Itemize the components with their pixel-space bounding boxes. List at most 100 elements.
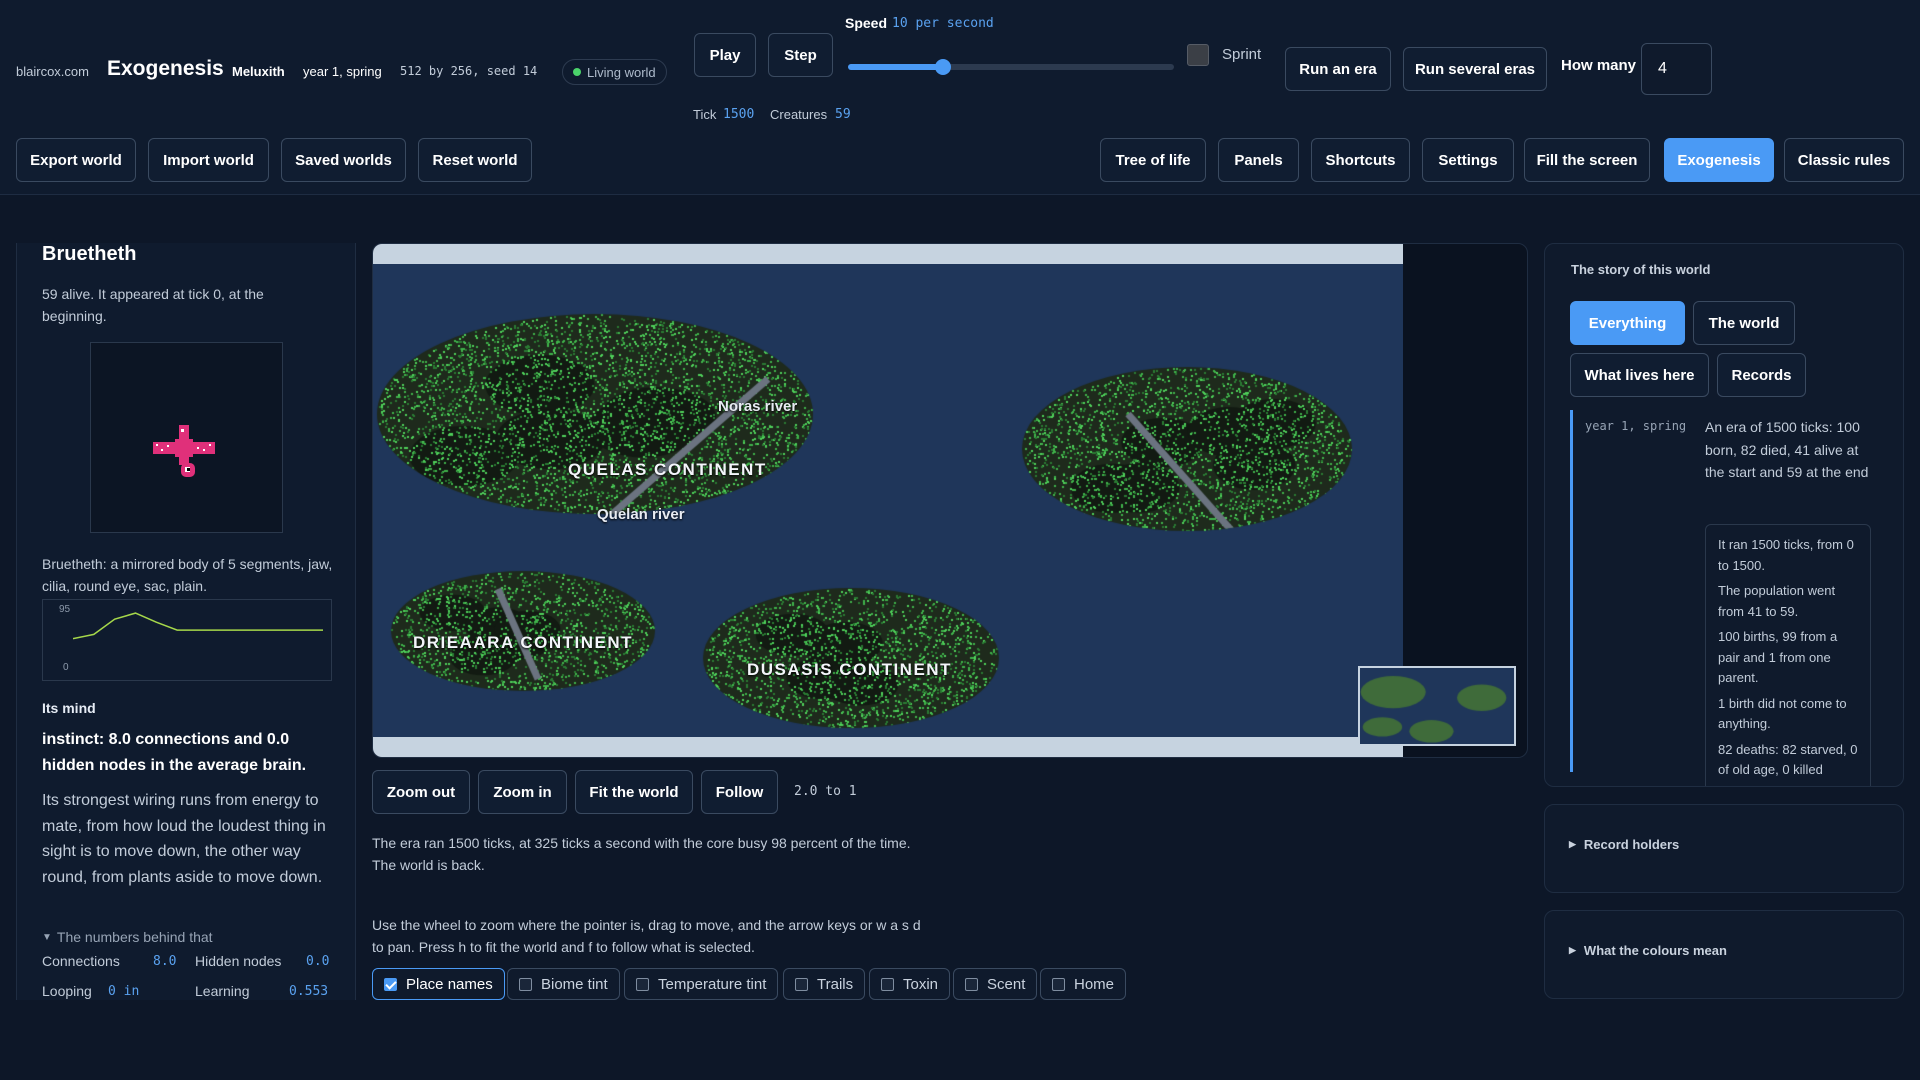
era-info-line2: The world is back.: [372, 857, 485, 873]
zoom-level: 2.0 to 1: [794, 784, 857, 799]
overlay-label: Toxin: [903, 975, 939, 993]
panels-button[interactable]: Panels: [1218, 138, 1299, 182]
help-line1: Use the wheel to zoom where the pointer …: [372, 917, 921, 933]
population-series-line: [73, 612, 323, 640]
settings-button[interactable]: Settings: [1422, 138, 1514, 182]
continent-label-quelas: QUELAS CONTINENT: [568, 460, 767, 479]
story-title: The story of this world: [1571, 262, 1711, 277]
world-name: Meluxith: [232, 64, 285, 79]
colours-toggle[interactable]: ▶ What the colours mean: [1569, 943, 1727, 958]
connections-label: Connections: [42, 953, 120, 969]
record-holders-toggle[interactable]: ▶ Record holders: [1569, 837, 1679, 852]
graph-min-label: 0: [63, 662, 69, 673]
continent-label-dusasis: DUSASIS CONTINENT: [747, 660, 952, 679]
mind-instinct: instinct: 8.0 connections and 0.0 hidden…: [42, 731, 307, 774]
saved-worlds-button[interactable]: Saved worlds: [281, 138, 406, 182]
overlay-trails[interactable]: Trails: [783, 968, 866, 1000]
speed-label: Speed: [845, 15, 888, 31]
checkbox-icon: [1052, 977, 1065, 991]
story-details: It ran 1500 ticks, from 0 to 1500. The p…: [1705, 524, 1871, 786]
minimap[interactable]: [1358, 666, 1516, 746]
fit-world-button[interactable]: Fit the world: [575, 770, 693, 814]
story-entry-date: year 1, spring: [1585, 419, 1687, 433]
river-label-noras: Noras river: [718, 398, 798, 415]
overlay-home[interactable]: Home: [1040, 968, 1127, 1000]
overlay-scent[interactable]: Scent: [953, 968, 1038, 1000]
overlay-temperature-tint[interactable]: Temperature tint: [624, 968, 779, 1000]
exogenesis-mode-button[interactable]: Exogenesis: [1664, 138, 1774, 182]
mind-heading: Its mind: [42, 700, 96, 716]
speed-slider-fill: [848, 64, 943, 70]
looping-label: Looping: [42, 983, 92, 999]
reset-world-button[interactable]: Reset world: [418, 138, 532, 182]
export-world-button[interactable]: Export world: [16, 138, 136, 182]
species-portrait: [90, 342, 283, 533]
story-tab-the-world[interactable]: The world: [1693, 301, 1795, 345]
overlay-label: Trails: [817, 975, 854, 993]
triangle-right-icon: ▶: [1569, 839, 1576, 849]
overlay-place-names[interactable]: Place names: [372, 968, 505, 1000]
speed-slider[interactable]: [848, 59, 1174, 75]
checkbox-icon: [636, 977, 649, 991]
numbers-toggle-label: The numbers behind that: [56, 929, 213, 945]
fill-screen-button[interactable]: Fill the screen: [1524, 138, 1650, 182]
hidden-nodes-label: Hidden nodes: [195, 953, 282, 969]
story-detail-line: 82 deaths: 82 starved, 0 of old age, 0 k…: [1718, 741, 1858, 778]
status-dot-icon: [573, 68, 581, 76]
record-holders-panel[interactable]: ▶ Record holders: [1544, 804, 1904, 893]
import-world-button[interactable]: Import world: [148, 138, 269, 182]
zoom-in-button[interactable]: Zoom in: [478, 770, 567, 814]
numbers-toggle[interactable]: ▼ The numbers behind that: [42, 929, 213, 945]
run-era-button[interactable]: Run an era: [1285, 47, 1391, 91]
story-detail-line: 1 birth did not come to anything.: [1718, 695, 1847, 732]
sprint-checkbox[interactable]: [1187, 44, 1209, 66]
zoom-out-button[interactable]: Zoom out: [372, 770, 470, 814]
help-line2: to pan. Press h to fit the world and f t…: [372, 939, 755, 955]
overlay-toxin[interactable]: Toxin: [869, 968, 951, 1000]
checkbox-icon: [881, 977, 894, 991]
status-label: Living world: [587, 64, 656, 80]
status-badge: Living world: [562, 59, 667, 85]
story-tab-what-lives-here[interactable]: What lives here: [1570, 353, 1709, 397]
triangle-right-icon: ▶: [1569, 945, 1576, 955]
mind-wiring: Its strongest wiring runs from energy to…: [42, 792, 326, 886]
step-button[interactable]: Step: [768, 33, 833, 77]
speed-slider-thumb[interactable]: [934, 59, 951, 75]
graph-max-label: 95: [59, 604, 71, 615]
ocean: QUELAS CONTINENT DRIEAARA CONTINENT DUSA…: [373, 264, 1403, 737]
hidden-nodes-value: 0.0: [306, 954, 330, 969]
how-many-label: How many: [1561, 57, 1637, 74]
story-tab-everything[interactable]: Everything: [1570, 301, 1685, 345]
story-timeline-bar: [1570, 410, 1573, 772]
play-button[interactable]: Play: [694, 33, 756, 77]
overlay-label: Biome tint: [541, 975, 608, 993]
story-panel: The story of this world Everything The w…: [1544, 243, 1904, 787]
app-title: Exogenesis: [107, 57, 224, 80]
overlay-label: Temperature tint: [658, 975, 767, 993]
speed-value: 10 per second: [892, 16, 994, 31]
record-holders-label: Record holders: [1583, 837, 1680, 852]
colours-label: What the colours mean: [1583, 943, 1727, 958]
tick-value: 1500: [723, 107, 755, 122]
site-link[interactable]: blaircox.com: [16, 64, 89, 79]
checkbox-icon: [519, 977, 532, 991]
looping-value: 0 in: [108, 984, 140, 999]
overlay-label: Place names: [406, 975, 493, 993]
story-detail-line: 100 births, 99 from a pair and 1 from on…: [1718, 629, 1838, 685]
classic-rules-button[interactable]: Classic rules: [1784, 138, 1904, 182]
checkbox-checked-icon: [384, 977, 397, 991]
checkbox-icon: [965, 977, 978, 991]
run-several-eras-button[interactable]: Run several eras: [1403, 47, 1547, 91]
learning-value: 0.553: [289, 984, 329, 999]
overlay-biome-tint[interactable]: Biome tint: [507, 968, 620, 1000]
story-tab-records[interactable]: Records: [1717, 353, 1806, 397]
minimap-canvas[interactable]: [1360, 668, 1514, 744]
map-viewport[interactable]: QUELAS CONTINENT DRIEAARA CONTINENT DUSA…: [372, 243, 1528, 758]
follow-button[interactable]: Follow: [701, 770, 778, 814]
checkbox-icon: [795, 977, 808, 991]
overlay-label: Scent: [987, 975, 1026, 993]
shortcuts-button[interactable]: Shortcuts: [1311, 138, 1410, 182]
how-many-input[interactable]: 4: [1641, 43, 1712, 95]
tree-of-life-button[interactable]: Tree of life: [1100, 138, 1206, 182]
colours-panel[interactable]: ▶ What the colours mean: [1544, 910, 1904, 999]
